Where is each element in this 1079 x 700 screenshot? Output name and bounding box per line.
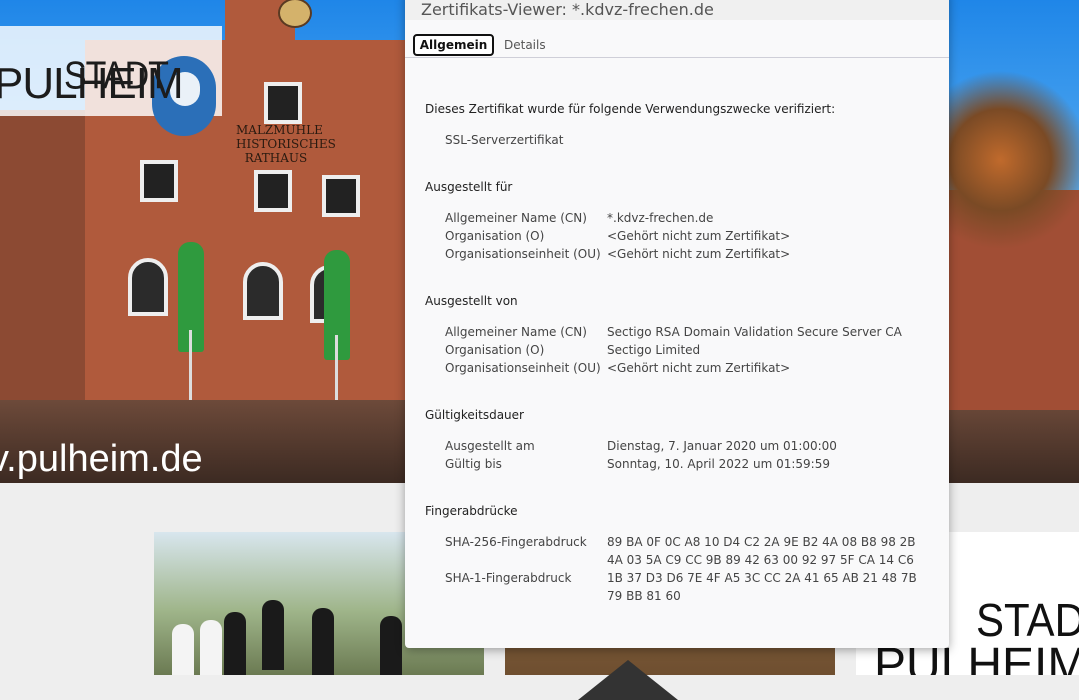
issued-to-cn-value: *.kdvz-frechen.de	[607, 211, 714, 225]
sign-shape	[578, 660, 678, 700]
issued-to-heading: Ausgestellt für	[425, 180, 513, 194]
issued-to-ou-value: <Gehört nicht zum Zertifikat>	[607, 247, 791, 261]
valid-until-value: Sonntag, 10. April 2022 um 01:59:59	[607, 457, 830, 471]
building-left	[0, 110, 85, 410]
sha1-value-line1: 1B 37 D3 D6 7E 4F A5 3C CC 2A 41 65 AB 2…	[607, 571, 917, 585]
clock-icon	[278, 0, 312, 28]
window	[322, 175, 360, 217]
logo-pulheim-text: PULHEIM	[0, 59, 184, 108]
validity-heading: Gültigkeitsdauer	[425, 408, 524, 422]
issued-on-value: Dienstag, 7. Januar 2020 um 01:00:00	[607, 439, 837, 453]
umbrella-pole	[335, 335, 338, 405]
person	[312, 608, 334, 675]
issued-by-ou-label: Organisationseinheit (OU)	[445, 361, 601, 375]
rathaus-sign: MALZMÜHLE HISTORISCHES RATHAUS	[236, 123, 336, 165]
site-logo[interactable]: STADT PULHEIM	[0, 26, 222, 136]
issued-to-ou-label: Organisationseinheit (OU)	[445, 247, 601, 261]
issued-to-o-label: Organisation (O)	[445, 229, 545, 243]
arched-window	[128, 258, 168, 316]
issued-to-cn-label: Allgemeiner Name (CN)	[445, 211, 587, 225]
sha1-value-line2: 79 BB 81 60	[607, 589, 681, 603]
window	[264, 82, 302, 124]
sha1-label: SHA-1-Fingerabdruck	[445, 571, 572, 585]
tab-details[interactable]: Details	[494, 34, 556, 56]
verified-usage: SSL-Serverzertifikat	[445, 133, 564, 147]
dialog-titlebar[interactable]: Zertifikats-Viewer: *.kdvz-frechen.de	[405, 0, 949, 20]
fingerprints-heading: Fingerabdrücke	[425, 504, 518, 518]
dialog-title: Zertifikats-Viewer: *.kdvz-frechen.de	[421, 0, 714, 19]
issued-by-o-value: Sectigo Limited	[607, 343, 701, 357]
issued-by-cn-label: Allgemeiner Name (CN)	[445, 325, 587, 339]
arched-window	[243, 262, 283, 320]
window	[140, 160, 178, 202]
tab-allgemein[interactable]: Allgemein	[413, 34, 494, 56]
tree	[948, 60, 1079, 260]
sha256-value-line2: 4A 03 5A C9 CC 9B 89 42 63 00 92 97 5F C…	[607, 553, 914, 567]
issued-by-ou-value: <Gehört nicht zum Zertifikat>	[607, 361, 791, 375]
issued-by-o-label: Organisation (O)	[445, 343, 545, 357]
umbrella-pole	[189, 330, 192, 400]
issued-to-o-value: <Gehört nicht zum Zertifikat>	[607, 229, 791, 243]
hero-url-text: v.pulheim.de	[0, 438, 203, 480]
verified-heading: Dieses Zertifikat wurde für folgende Ver…	[425, 102, 836, 116]
sha256-label: SHA-256-Fingerabdruck	[445, 535, 587, 549]
person	[200, 620, 222, 675]
person	[224, 612, 246, 675]
issued-by-heading: Ausgestellt von	[425, 294, 518, 308]
tab-bar: Allgemein Details	[405, 32, 949, 58]
valid-until-label: Gültig bis	[445, 457, 502, 471]
person	[262, 600, 284, 670]
window	[254, 170, 292, 212]
issued-on-label: Ausgestellt am	[445, 439, 535, 453]
certificate-viewer-dialog: Zertifikats-Viewer: *.kdvz-frechen.de Al…	[405, 0, 949, 648]
sha256-value-line1: 89 BA 0F 0C A8 10 D4 C2 2A 9E B2 4A 08 B…	[607, 535, 916, 549]
person	[172, 624, 194, 675]
issued-by-cn-value: Sectigo RSA Domain Validation Secure Ser…	[607, 325, 902, 339]
person	[380, 616, 402, 675]
